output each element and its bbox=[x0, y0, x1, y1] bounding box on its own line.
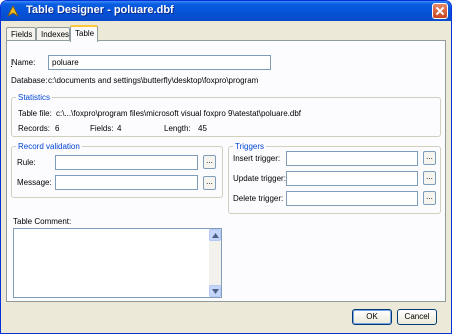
close-icon[interactable] bbox=[432, 3, 448, 19]
insert-trigger-input[interactable] bbox=[286, 151, 418, 166]
title-bar[interactable]: Table Designer - poluare.dbf bbox=[1, 1, 451, 21]
rule-builder-button[interactable]: ... bbox=[203, 155, 216, 169]
rule-label: Rule: bbox=[17, 158, 36, 167]
fields-label: Fields: bbox=[90, 124, 114, 133]
comment-scrollbar[interactable] bbox=[209, 229, 221, 297]
foxpro-app-icon bbox=[7, 5, 19, 18]
table-comment-textarea[interactable] bbox=[13, 228, 222, 298]
window-title: Table Designer - poluare.dbf bbox=[26, 4, 174, 16]
fields-count: 4 bbox=[117, 124, 122, 133]
length-value: 45 bbox=[198, 124, 207, 133]
table-designer-window: Table Designer - poluare.dbf Fields Inde… bbox=[0, 0, 452, 334]
message-label: Message: bbox=[17, 178, 52, 187]
name-label: NName: bbox=[11, 58, 36, 67]
message-input[interactable] bbox=[55, 175, 198, 190]
scroll-down-icon[interactable] bbox=[209, 285, 221, 297]
table-tab-panel: NName: poluare Database: c:\documents an… bbox=[6, 40, 446, 302]
ok-button[interactable]: OK bbox=[352, 309, 392, 325]
delete-trigger-input[interactable] bbox=[286, 191, 418, 206]
delete-trigger-label: Delete trigger: bbox=[233, 194, 284, 203]
update-trigger-builder-button[interactable]: ... bbox=[423, 171, 436, 185]
tab-fields[interactable]: Fields bbox=[6, 27, 36, 41]
database-path: c:\documents and settings\butterfly\desk… bbox=[48, 76, 259, 85]
message-builder-button[interactable]: ... bbox=[203, 176, 216, 190]
triggers-legend: Triggers bbox=[235, 142, 265, 151]
tab-indexes[interactable]: Indexes bbox=[36, 27, 70, 41]
tab-table[interactable]: Table bbox=[70, 25, 98, 42]
table-comment-label: Table Comment: bbox=[13, 217, 72, 226]
table-file-path: c:\...\foxpro\program files\microsoft vi… bbox=[56, 109, 301, 118]
tab-table-label: Table bbox=[75, 29, 95, 38]
tab-fields-label: Fields bbox=[11, 30, 33, 39]
rule-input[interactable] bbox=[55, 155, 198, 170]
name-label-text: Name: bbox=[11, 58, 36, 67]
statistics-legend: Statistics bbox=[18, 93, 51, 102]
insert-trigger-label: Insert trigger: bbox=[233, 154, 281, 163]
table-file-label: Table file: bbox=[18, 109, 52, 118]
records-label: Records: bbox=[18, 124, 51, 133]
tab-indexes-label: Indexes bbox=[41, 30, 70, 39]
length-label: Length: bbox=[164, 124, 191, 133]
scroll-up-icon[interactable] bbox=[209, 229, 221, 241]
insert-trigger-builder-button[interactable]: ... bbox=[423, 151, 436, 165]
cancel-button[interactable]: Cancel bbox=[397, 309, 437, 325]
update-trigger-label: Update trigger: bbox=[233, 174, 286, 183]
update-trigger-input[interactable] bbox=[286, 171, 418, 186]
delete-trigger-builder-button[interactable]: ... bbox=[423, 191, 436, 205]
records-count: 6 bbox=[55, 124, 60, 133]
database-label: Database: bbox=[11, 76, 48, 85]
record-validation-legend: Record validation bbox=[18, 142, 80, 151]
name-input[interactable]: poluare bbox=[48, 55, 271, 70]
